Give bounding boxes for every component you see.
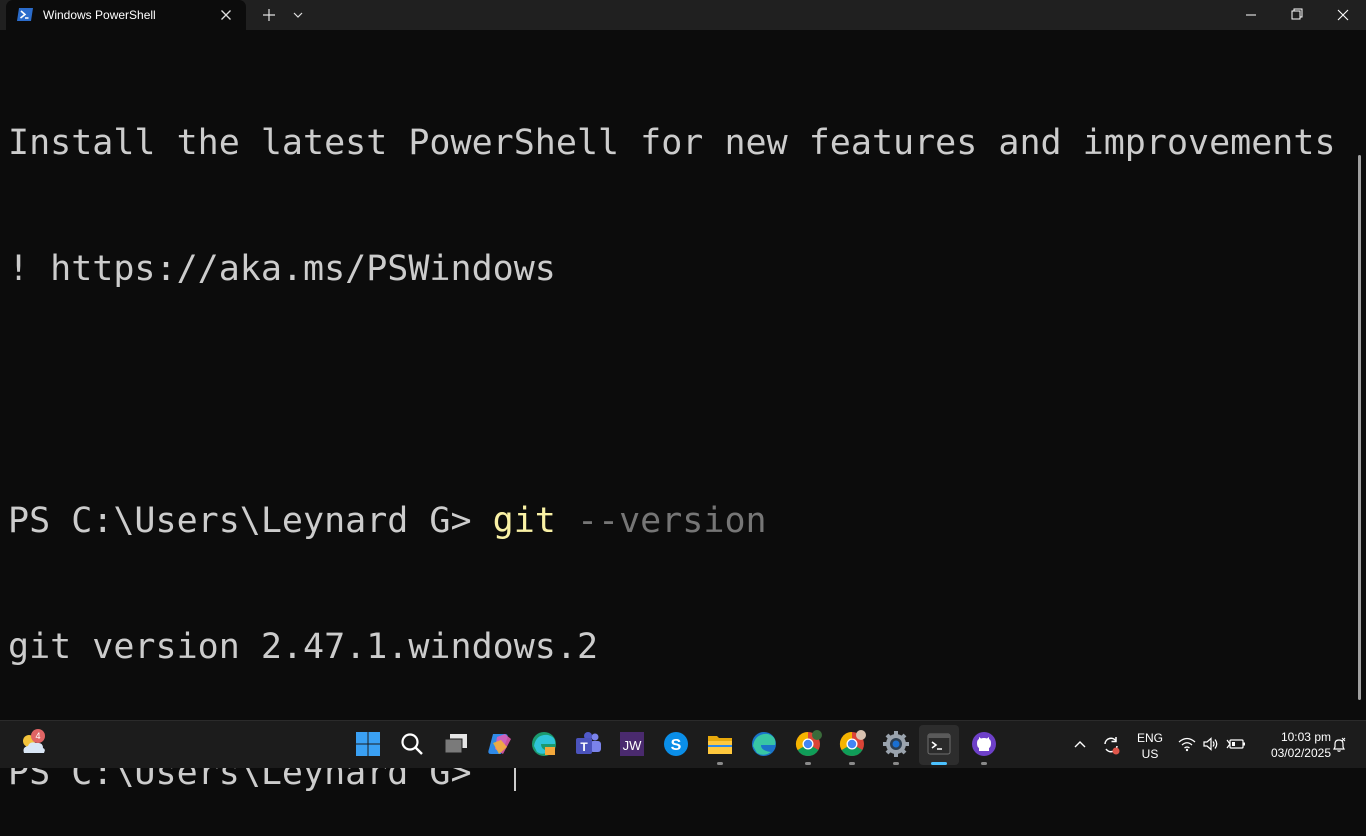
chrome-profile2-button[interactable]	[837, 729, 867, 759]
command-args: --version	[555, 501, 767, 541]
copilot-icon	[488, 734, 511, 754]
skype-icon: S	[664, 732, 688, 756]
banner-line-1: Install the latest PowerShell for new fe…	[8, 123, 1336, 163]
command-output: git version 2.47.1.windows.2	[8, 627, 599, 667]
settings-icon	[883, 731, 909, 757]
jw-library-icon: JW	[620, 732, 644, 756]
task-view-button[interactable]	[441, 729, 471, 759]
edge-dev-button[interactable]	[529, 729, 559, 759]
file-explorer-button[interactable]	[705, 729, 735, 759]
terminal-icon	[927, 733, 951, 755]
active-indicator	[931, 762, 947, 765]
wifi-icon[interactable]	[1178, 736, 1196, 752]
svg-text:S: S	[671, 737, 682, 754]
settings-button[interactable]	[881, 729, 911, 759]
edge-dev-icon	[532, 732, 556, 756]
copilot-button[interactable]	[485, 729, 515, 759]
terminal-button[interactable]	[924, 729, 954, 759]
notification-bell-icon[interactable]	[1331, 737, 1347, 753]
region-label: US	[1141, 747, 1159, 761]
command: git	[492, 501, 556, 541]
running-indicator	[849, 762, 855, 765]
search-button[interactable]	[397, 729, 427, 759]
skype-button[interactable]: S	[661, 729, 691, 759]
time-label: 10:03 pm	[1280, 730, 1331, 744]
chrome-profile1-button[interactable]	[793, 729, 823, 759]
clock[interactable]: 10:03 pm 03/02/2025	[1255, 730, 1331, 760]
weather-badge: 4	[31, 729, 45, 743]
edge-button[interactable]	[749, 729, 779, 759]
github-desktop-icon	[972, 732, 996, 756]
show-hidden-icons-chevron-icon[interactable]	[1072, 737, 1088, 753]
tab-windows-powershell[interactable]: Windows PowerShell	[6, 0, 246, 30]
svg-text:JW: JW	[623, 738, 643, 753]
tab-dropdown-chevron-icon[interactable]	[291, 8, 305, 22]
github-desktop-button[interactable]	[969, 729, 999, 759]
task-view-icon	[444, 734, 467, 754]
edge-icon	[752, 732, 776, 756]
date-label: 03/02/2025	[1270, 746, 1331, 760]
jw-library-button[interactable]: JW	[617, 729, 647, 759]
chrome-profile2-icon	[839, 730, 866, 757]
teams-icon: T	[576, 732, 601, 754]
tab-title: Windows PowerShell	[43, 8, 156, 22]
powershell-icon	[17, 8, 33, 21]
taskbar: 4 T JW S ENG US 10:03 pm 03/02/2025	[0, 720, 1366, 768]
volume-icon[interactable]	[1202, 736, 1220, 752]
running-indicator	[981, 762, 987, 765]
command-line: PS C:\Users\Leynard G> git --version	[8, 500, 1346, 542]
search-icon	[401, 733, 423, 755]
prompt: PS C:\Users\Leynard G>	[8, 501, 493, 541]
svg-text:T: T	[580, 740, 588, 754]
running-indicator	[805, 762, 811, 765]
title-bar: Windows PowerShell	[0, 0, 1366, 30]
tab-close-icon[interactable]	[218, 7, 234, 23]
start-button[interactable]	[353, 729, 383, 759]
close-window-icon[interactable]	[1320, 0, 1366, 30]
teams-button[interactable]: T	[573, 729, 603, 759]
chrome-profile1-icon	[795, 730, 822, 757]
new-tab-plus-icon[interactable]	[260, 7, 278, 23]
language-indicator[interactable]: ENG US	[1134, 731, 1166, 761]
restore-icon[interactable]	[1274, 0, 1320, 30]
language-label: ENG	[1136, 731, 1163, 745]
running-indicator	[893, 762, 899, 765]
battery-icon[interactable]	[1226, 736, 1246, 752]
vertical-scrollbar[interactable]	[1358, 155, 1361, 700]
sync-icon[interactable]	[1101, 734, 1121, 756]
file-explorer-icon	[708, 736, 732, 754]
banner-line-2: ! https://aka.ms/PSWindows	[8, 249, 556, 289]
terminal-output[interactable]: Install the latest PowerShell for new fe…	[8, 38, 1346, 836]
minimize-icon[interactable]	[1228, 0, 1274, 30]
running-indicator	[717, 762, 723, 765]
start-icon	[356, 732, 380, 756]
